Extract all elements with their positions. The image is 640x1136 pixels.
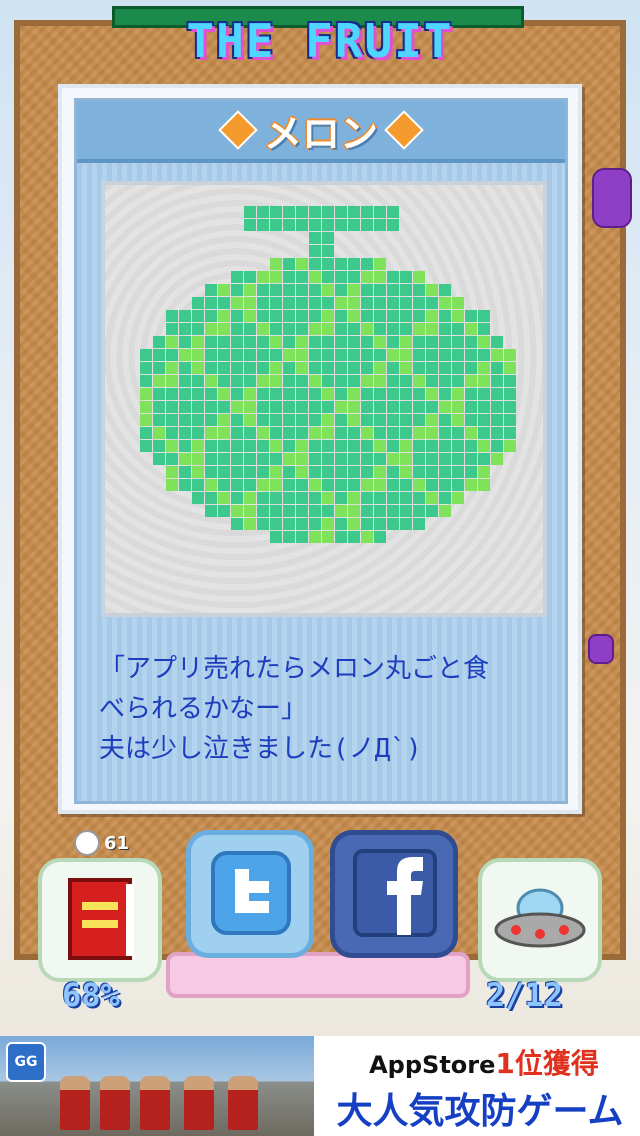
grape-decoration <box>592 168 632 228</box>
coin-icon <box>74 830 100 856</box>
facebook-share-button[interactable] <box>330 830 458 958</box>
coin-count: 61 <box>104 832 130 854</box>
soldier-figure <box>60 1076 90 1130</box>
description-line: べられるかなー」 <box>99 694 308 724</box>
collection-percent: 68% <box>62 976 120 1014</box>
description-line: 「アプリ売れたらメロン丸ごと食 <box>99 654 490 684</box>
ad-headline: AppStore1位獲得 <box>334 1042 634 1082</box>
card-inner: メロン 「アプリ売れたらメロン丸ごと食 べられるかなー」 夫は少し泣きました(ノ… <box>74 98 568 804</box>
ad-logo-icon: GG <box>6 1042 46 1082</box>
twitter-icon <box>211 851 291 935</box>
soldier-figure <box>140 1076 170 1130</box>
collection-book-button[interactable] <box>38 858 162 982</box>
soldier-figure <box>228 1076 258 1130</box>
soldier-figure <box>184 1076 214 1130</box>
ufo-button[interactable] <box>478 858 602 982</box>
ad-headline-prefix: AppStore <box>369 1051 496 1079</box>
fruit-progress: 2/12 <box>486 976 564 1014</box>
facebook-icon <box>353 849 437 937</box>
ad-tagline: 大人気攻防ゲーム <box>336 1091 624 1132</box>
ad-image: GG <box>0 1036 314 1136</box>
button-tray <box>166 952 470 998</box>
diamond-icon <box>384 110 424 150</box>
fruit-name: メロン <box>263 111 378 156</box>
card-header: メロン <box>77 101 565 163</box>
ad-banner[interactable]: GG AppStore1位獲得 大人気攻防ゲーム <box>0 1036 640 1136</box>
game-title: THE FRUIT <box>186 14 454 68</box>
twitter-share-button[interactable] <box>186 830 314 958</box>
book-icon <box>68 878 134 960</box>
grape-decoration-small <box>588 634 614 664</box>
ufo-icon <box>494 888 586 948</box>
description-line: 夫は少し泣きました(ノД`) <box>99 734 422 764</box>
fruit-art-panel <box>101 181 547 617</box>
ad-headline-highlight: 1位獲得 <box>495 1047 599 1080</box>
coin-counter: 61 <box>74 830 129 856</box>
diamond-icon <box>218 110 258 150</box>
fruit-description: 「アプリ売れたらメロン丸ごと食 べられるかなー」 夫は少し泣きました(ノД`) <box>99 649 559 769</box>
melon-icon <box>140 206 516 543</box>
fruit-card: メロン 「アプリ売れたらメロン丸ごと食 べられるかなー」 夫は少し泣きました(ノ… <box>58 84 582 814</box>
soldier-figure <box>100 1076 130 1130</box>
